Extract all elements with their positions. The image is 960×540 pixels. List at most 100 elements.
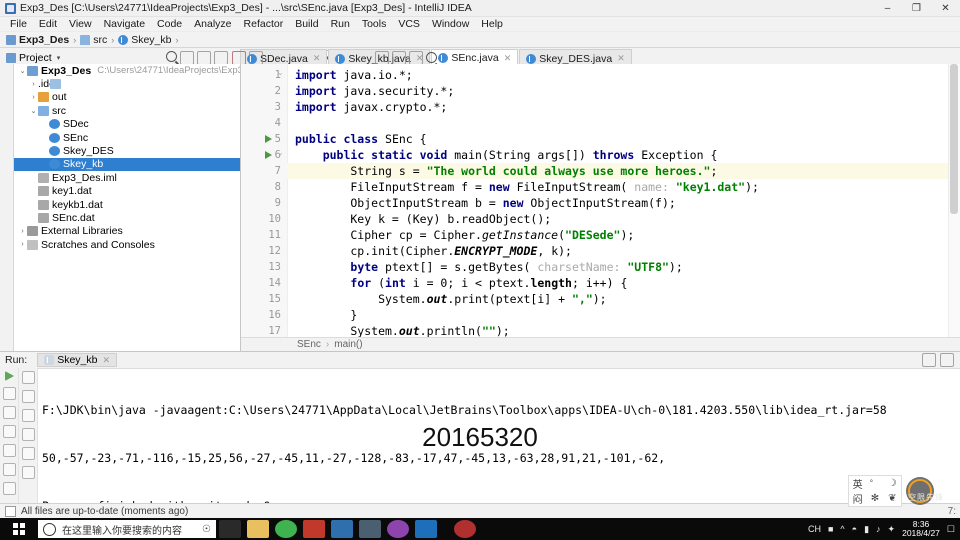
download-icon[interactable] xyxy=(232,50,246,65)
tree-item-exp3-des[interactable]: ⌄ Exp3_Des C:\Users\24771\IdeaProjects\Exp… xyxy=(14,64,240,77)
scroll-up-icon[interactable] xyxy=(21,371,35,384)
code-line[interactable]: for (int i = 0; i < ptext.length; i++) { xyxy=(287,275,949,291)
menu-run[interactable]: Run xyxy=(325,17,356,31)
intellij-icon[interactable] xyxy=(303,520,325,538)
code-line[interactable]: Key k = (Key) b.readObject(); xyxy=(287,211,949,227)
bluetooth-icon[interactable]: ✦ xyxy=(888,524,896,535)
chevron-down-icon[interactable]: ▾ xyxy=(57,54,61,62)
tree-item--idea[interactable]: ›.idea xyxy=(14,77,240,90)
code-line[interactable]: import java.io.*; xyxy=(287,67,949,83)
code-line[interactable]: import java.security.*; xyxy=(287,83,949,99)
code-line[interactable]: import javax.crypto.*; xyxy=(287,99,949,115)
settings-icon[interactable] xyxy=(922,353,936,367)
app-red-icon[interactable] xyxy=(454,520,476,538)
tree-item-key1-dat[interactable]: ›key1.dat xyxy=(14,185,240,198)
maximize-button[interactable]: ❐ xyxy=(902,0,931,16)
app-blue-icon[interactable] xyxy=(331,520,353,538)
code-line[interactable]: byte ptext[] = s.getBytes( charsetName: … xyxy=(287,259,949,275)
tree-item-skey-kb[interactable]: ›Skey_kb xyxy=(14,157,240,172)
hide-icon[interactable] xyxy=(214,50,228,65)
app-cloud-icon[interactable] xyxy=(359,520,381,538)
chevron-down-icon[interactable]: ⌄ xyxy=(29,107,38,115)
export-icon[interactable] xyxy=(2,463,16,476)
menu-analyze[interactable]: Analyze xyxy=(188,17,237,31)
wifi-icon[interactable]: ◓ xyxy=(852,524,857,534)
search-icon[interactable] xyxy=(426,52,437,63)
hide-icon[interactable] xyxy=(940,353,954,367)
tree-item-src[interactable]: ⌄ src xyxy=(14,104,240,117)
code-editor[interactable]: 1 ⌄ 2 3 4 5 6 ⌄ 7 8 9 10 11 12 13 14 15 16 17 import java.… xyxy=(241,64,960,351)
tree-item-senc-dat[interactable]: ›SEnc.dat xyxy=(14,211,240,224)
scroll-down-icon[interactable] xyxy=(21,390,35,403)
editor-scrollbar[interactable] xyxy=(948,64,960,351)
taskbar-search-input[interactable]: 在这里输入你要搜索的内容 ☉ xyxy=(38,520,216,538)
close-icon[interactable]: ✕ xyxy=(313,53,321,64)
code-line[interactable]: System.out.print(ptext[i] + ","); xyxy=(287,291,949,307)
close-icon[interactable]: ✕ xyxy=(504,53,512,64)
left-tool-rail[interactable] xyxy=(0,64,14,351)
menu-file[interactable]: File xyxy=(4,17,33,31)
sort-icon[interactable] xyxy=(249,50,263,65)
editor-gutter[interactable]: 1 ⌄ 2 3 4 5 6 ⌄ 7 8 9 10 11 12 13 14 15 16 17 xyxy=(241,64,288,351)
ime-indicator[interactable]: CH xyxy=(808,524,821,534)
tree-item-keykb1-dat[interactable]: ›keykb1.dat xyxy=(14,198,240,211)
close-icon[interactable]: ✕ xyxy=(617,53,625,64)
pause-icon[interactable] xyxy=(2,406,16,419)
layout-icon[interactable] xyxy=(409,50,423,65)
tree-item-external-libraries[interactable]: › External Libraries xyxy=(14,225,240,238)
notification-icon[interactable]: ■ xyxy=(828,524,833,534)
battery-icon[interactable]: ▮ xyxy=(864,524,869,535)
stop-icon[interactable] xyxy=(392,50,406,65)
run-gutter-icon[interactable] xyxy=(265,135,272,143)
rerun-icon[interactable] xyxy=(375,50,389,65)
menu-code[interactable]: Code xyxy=(151,17,188,31)
scrollbar-thumb[interactable] xyxy=(950,64,958,214)
microphone-icon[interactable]: ☉ xyxy=(202,524,211,535)
file-explorer-icon[interactable] xyxy=(247,520,269,538)
code-line[interactable]: ObjectInputStream b = new ObjectInputStr… xyxy=(287,195,949,211)
breadcrumb-src[interactable]: src › xyxy=(80,34,118,46)
tree-item-scratches-and-consoles[interactable]: › Scratches and Consoles xyxy=(14,238,240,251)
tree-item-sdec[interactable]: ›SDec xyxy=(14,118,240,131)
rerun-icon[interactable] xyxy=(4,371,14,381)
minimize-button[interactable]: – xyxy=(873,0,902,16)
code-line[interactable]: Cipher cp = Cipher.getInstance("DESede")… xyxy=(287,227,949,243)
fold-marker-icon[interactable]: ⌄ xyxy=(277,68,284,77)
run-profile-icon[interactable] xyxy=(2,482,16,495)
taskbar-clock[interactable]: 8:36 2018/4/27 xyxy=(902,519,940,539)
task-view-icon[interactable] xyxy=(219,520,241,538)
close-button[interactable]: ✕ xyxy=(931,0,960,16)
tree-item-senc[interactable]: ›SEnc xyxy=(14,131,240,144)
menu-tools[interactable]: Tools xyxy=(356,17,393,31)
code-content[interactable]: import java.io.*; import java.security.*;… xyxy=(287,64,949,351)
run-tab-skey-kb[interactable]: Skey_kb ✕ xyxy=(37,353,118,367)
code-line[interactable]: public class SEnc { xyxy=(287,131,949,147)
code-line[interactable]: String s = "The world could always use m… xyxy=(287,163,949,179)
app-check-icon[interactable] xyxy=(415,520,437,538)
settings-icon[interactable] xyxy=(197,50,211,65)
breadcrumb-method-name[interactable]: main() xyxy=(334,339,362,350)
start-button[interactable] xyxy=(0,518,38,540)
volume-icon[interactable]: ♪ xyxy=(876,524,881,534)
breadcrumb-project[interactable]: Exp3_Des › xyxy=(6,34,80,46)
notifications-icon[interactable]: ☐ xyxy=(947,524,955,535)
code-line[interactable]: } xyxy=(287,307,949,323)
app-pink-icon[interactable] xyxy=(387,520,409,538)
menu-window[interactable]: Window xyxy=(426,17,475,31)
close-icon[interactable]: ✕ xyxy=(102,355,110,366)
menu-vcs[interactable]: VCS xyxy=(392,17,426,31)
tree-item-out[interactable]: › out xyxy=(14,91,240,104)
menu-edit[interactable]: Edit xyxy=(33,17,63,31)
tree-item-skey-des[interactable]: ›Skey_DES xyxy=(14,144,240,157)
project-tool-window-header[interactable]: Project ▾ xyxy=(0,50,232,65)
chevron-right-icon[interactable]: › xyxy=(29,94,38,101)
menu-build[interactable]: Build xyxy=(289,17,324,31)
collapse-all-icon[interactable] xyxy=(180,50,194,65)
menu-help[interactable]: Help xyxy=(475,17,509,31)
run-gutter-icon[interactable] xyxy=(265,151,272,159)
chevron-right-icon[interactable]: › xyxy=(29,81,38,88)
stop-icon[interactable] xyxy=(2,387,16,400)
code-line[interactable]: FileInputStream f = new FileInputStream(… xyxy=(287,179,949,195)
chevron-right-icon[interactable]: › xyxy=(18,241,27,248)
code-line[interactable]: cp.init(Cipher.ENCRYPT_MODE, k); xyxy=(287,243,949,259)
